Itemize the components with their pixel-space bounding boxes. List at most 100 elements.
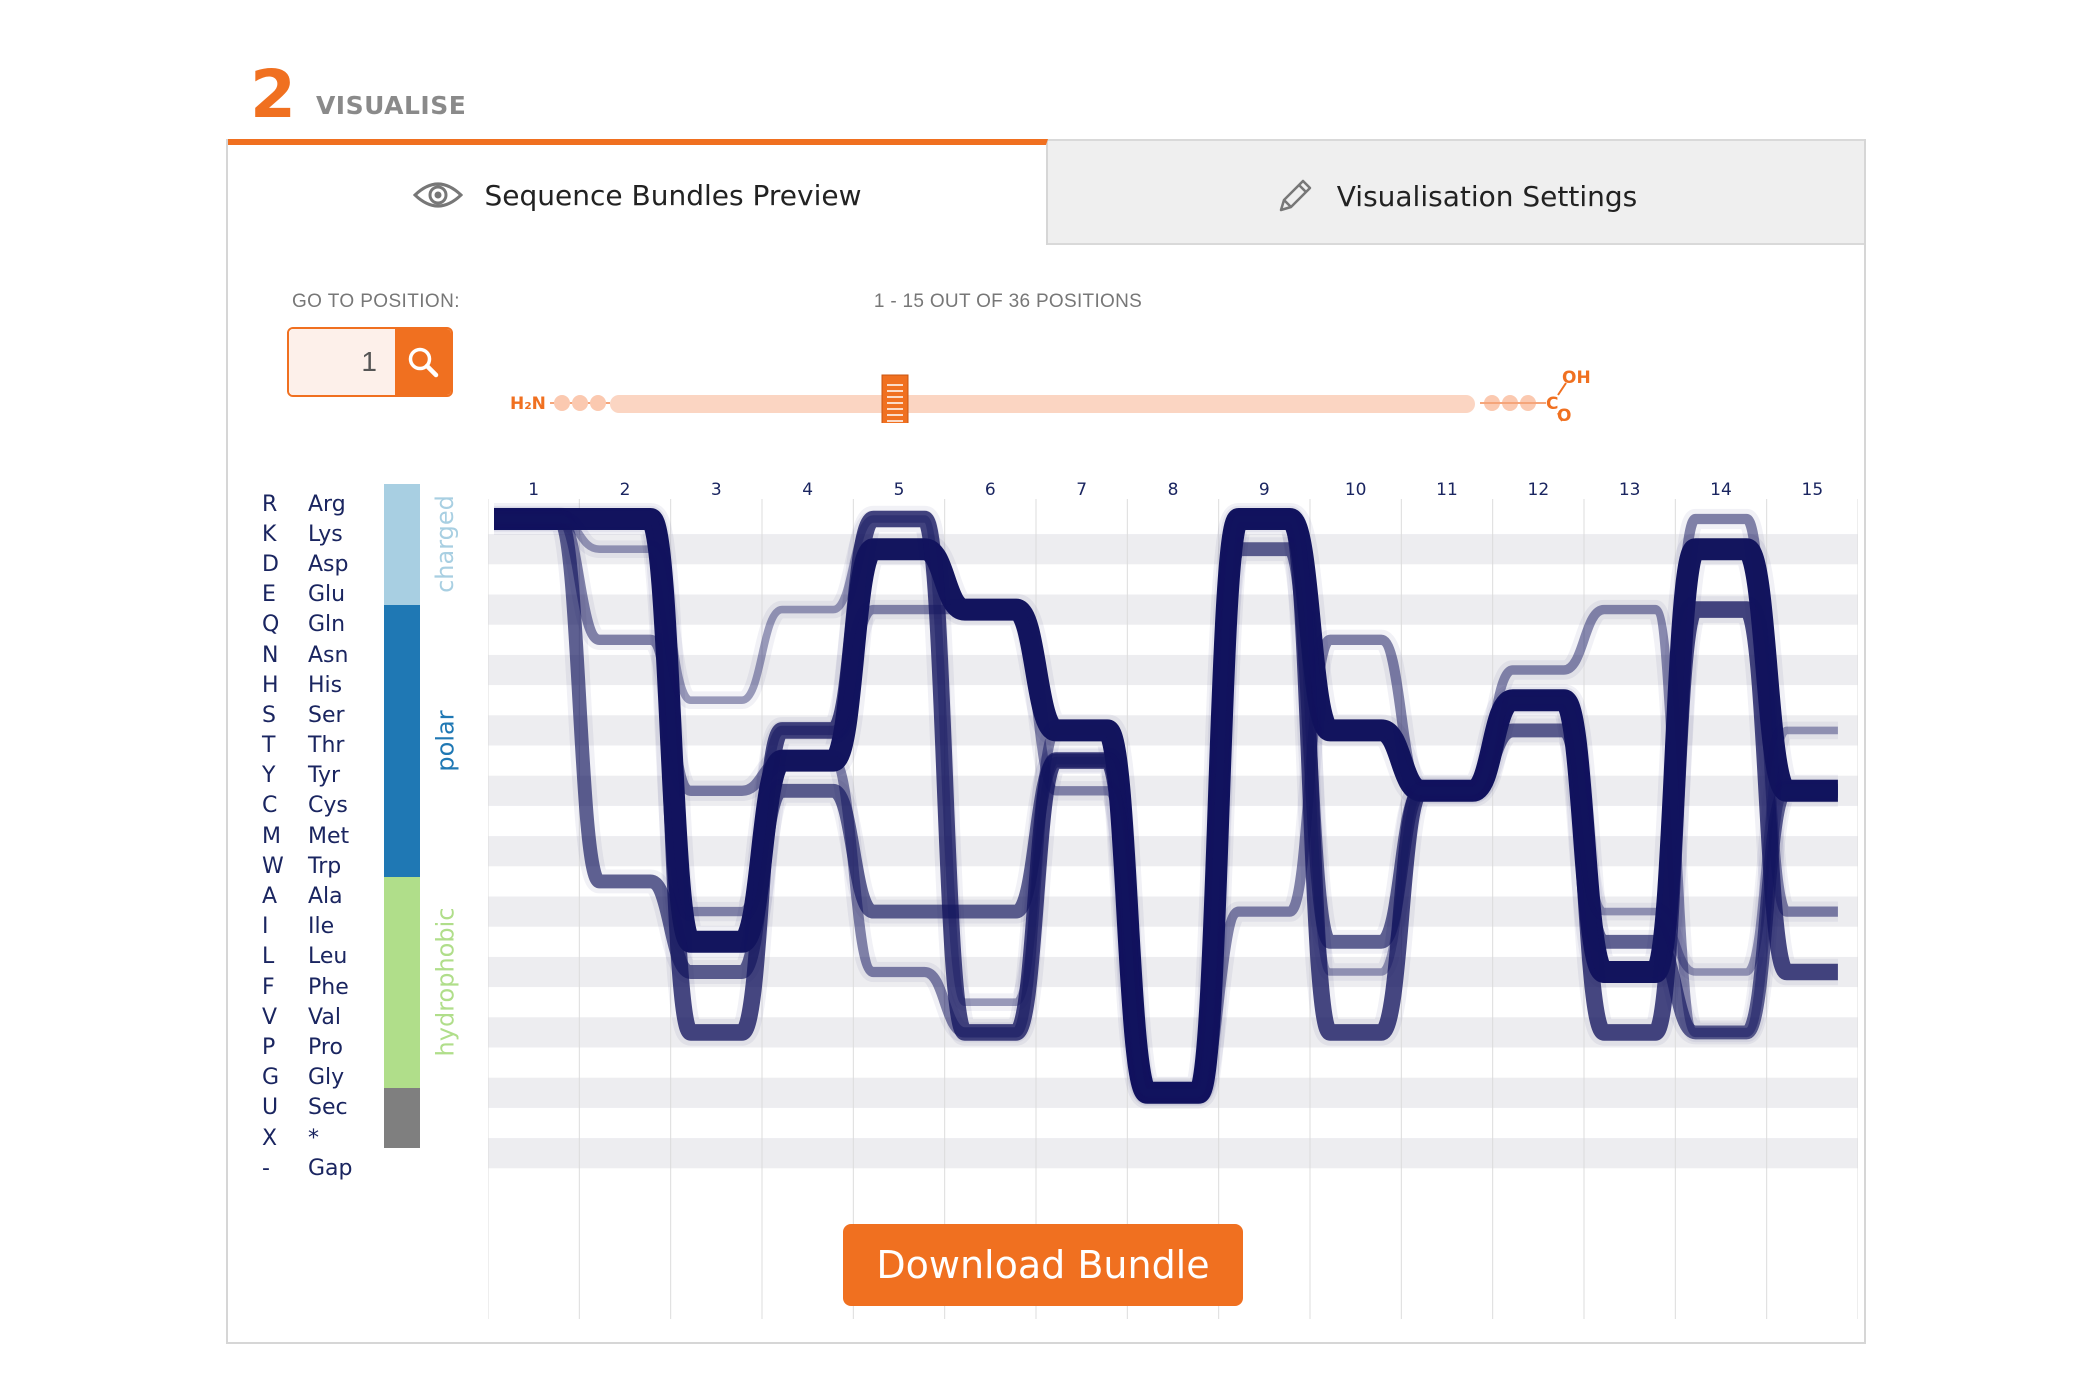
search-icon: [406, 345, 440, 379]
class-segment-other: [384, 1087, 420, 1149]
residue-code: I: [262, 914, 269, 940]
tab-label: Sequence Bundles Preview: [484, 178, 862, 212]
download-bundle-label: Download Bundle: [876, 1243, 1210, 1287]
legend-row-asp: D Asp: [262, 549, 388, 579]
position-tick-label: 6: [985, 480, 996, 500]
residue-class-bar: [384, 484, 420, 1149]
residue-name: Gap: [308, 1155, 353, 1181]
residue-name: Ser: [308, 702, 345, 728]
residue-name: Lys: [308, 521, 343, 547]
residue-code: C: [262, 793, 278, 819]
c-terminus-oh: OH: [1562, 368, 1590, 388]
class-label-polar: polar: [431, 710, 460, 772]
class-label-hydrophobic: hydrophobic: [430, 907, 459, 1057]
position-range-label: 1 - 15 OUT OF 36 POSITIONS: [873, 291, 1143, 312]
residue-name: Leu: [308, 944, 348, 970]
residue-name: Asn: [308, 642, 349, 668]
residue-name: *: [308, 1125, 319, 1151]
residue-code: S: [262, 702, 276, 728]
residue-code: N: [262, 642, 279, 668]
residue-name: Phe: [308, 974, 349, 1000]
position-tick-label: 1: [528, 480, 539, 500]
residue-name: Gly: [308, 1065, 345, 1091]
residue-name: Tyr: [308, 763, 341, 789]
residue-code: A: [262, 884, 278, 910]
residue-code: Y: [262, 763, 276, 789]
download-bundle-button[interactable]: Download Bundle: [843, 1224, 1243, 1306]
legend-row-ser: S Ser: [262, 700, 388, 730]
residue-code: L: [262, 944, 275, 970]
legend-row-val: V Val: [262, 1002, 388, 1032]
position-tick-label: 8: [1168, 480, 1179, 500]
residue-code: X: [262, 1125, 278, 1151]
residue-code: E: [262, 582, 276, 608]
position-tick-label: 2: [620, 480, 631, 500]
slider-handle[interactable]: [881, 374, 909, 423]
residue-code: V: [262, 1004, 278, 1030]
residue-name: Val: [308, 1004, 341, 1030]
residue-code: F: [262, 974, 275, 1000]
eye-icon: [412, 179, 463, 211]
legend-row-gap: - Gap: [262, 1153, 388, 1183]
residue-name: Trp: [308, 853, 342, 879]
position-tick-label: 4: [802, 480, 813, 500]
legend-row-phe: F Phe: [262, 972, 388, 1002]
n-terminus-beads: [550, 395, 610, 411]
legend-row-gln: Q Gln: [262, 610, 388, 640]
legend-row-arg: R Arg: [262, 489, 388, 519]
residue-name: Sec: [308, 1095, 348, 1121]
legend-row-cys: C Cys: [262, 791, 388, 821]
position-tick-label: 15: [1802, 480, 1824, 500]
residue-name: Arg: [308, 491, 346, 517]
legend-row-sec: U Sec: [262, 1093, 388, 1123]
residue-code: G: [262, 1065, 280, 1091]
legend-row-stop: X *: [262, 1123, 388, 1153]
row-band: [488, 654, 1858, 686]
residue-code: P: [262, 1034, 276, 1060]
residue-name: His: [308, 672, 343, 698]
legend-row-ala: A Ala: [262, 881, 388, 911]
class-segment-charged: [384, 484, 420, 605]
position-tick-label: 12: [1528, 480, 1550, 500]
legend-row-lys: K Lys: [262, 519, 388, 549]
tab-visualisation-settings[interactable]: Visualisation Settings: [1048, 139, 1864, 245]
legend-row-pro: P Pro: [262, 1032, 388, 1062]
residue-name: Asp: [308, 551, 349, 577]
position-tick-label: 7: [1076, 480, 1087, 500]
residue-name: Gln: [308, 612, 346, 638]
class-label-charged: charged: [430, 495, 459, 594]
class-segment-polar: [384, 604, 420, 877]
position-tick-label: 10: [1345, 480, 1367, 500]
sequence-bundle-plot: 1 2 3 4 5 6 7 8 9 10 11 12 13 14 15: [488, 480, 1858, 1319]
residue-name: Pro: [308, 1034, 343, 1060]
step-header: 2 VISUALISE: [250, 48, 466, 128]
residue-code: K: [262, 521, 277, 547]
goto-position-control: [287, 327, 453, 397]
legend-row-his: H His: [262, 670, 388, 700]
position-tick-label: 14: [1710, 480, 1732, 500]
position-tick-label: 3: [711, 480, 722, 500]
goto-search-button[interactable]: [395, 329, 451, 395]
legend-row-leu: L Leu: [262, 942, 388, 972]
position-tick-label: 13: [1619, 480, 1641, 500]
legend-row-met: M Met: [262, 821, 388, 851]
residue-name: Ala: [308, 884, 343, 910]
residue-code: W: [262, 853, 284, 879]
visualise-panel: Sequence Bundles Preview Visualisation S…: [226, 139, 1866, 1344]
row-band: [488, 1138, 1858, 1169]
legend-row-ile: I Ile: [262, 912, 388, 942]
goto-position-label: GO TO POSITION:: [292, 291, 460, 312]
position-slider[interactable]: H₂N C OH O: [510, 323, 1590, 423]
legend-row-asn: N Asn: [262, 640, 388, 670]
slider-track[interactable]: [610, 395, 1475, 413]
legend-row-tyr: Y Tyr: [262, 761, 388, 791]
row-band: [488, 534, 1858, 565]
tab-sequence-bundles-preview[interactable]: Sequence Bundles Preview: [228, 139, 1048, 245]
residue-name: Thr: [308, 733, 345, 759]
residue-code: M: [262, 823, 281, 849]
residue-code: U: [262, 1095, 279, 1121]
goto-position-input[interactable]: [289, 329, 395, 395]
residue-name: Met: [308, 823, 350, 849]
position-tick-label: 5: [894, 480, 905, 500]
legend-row-thr: T Thr: [262, 731, 388, 761]
